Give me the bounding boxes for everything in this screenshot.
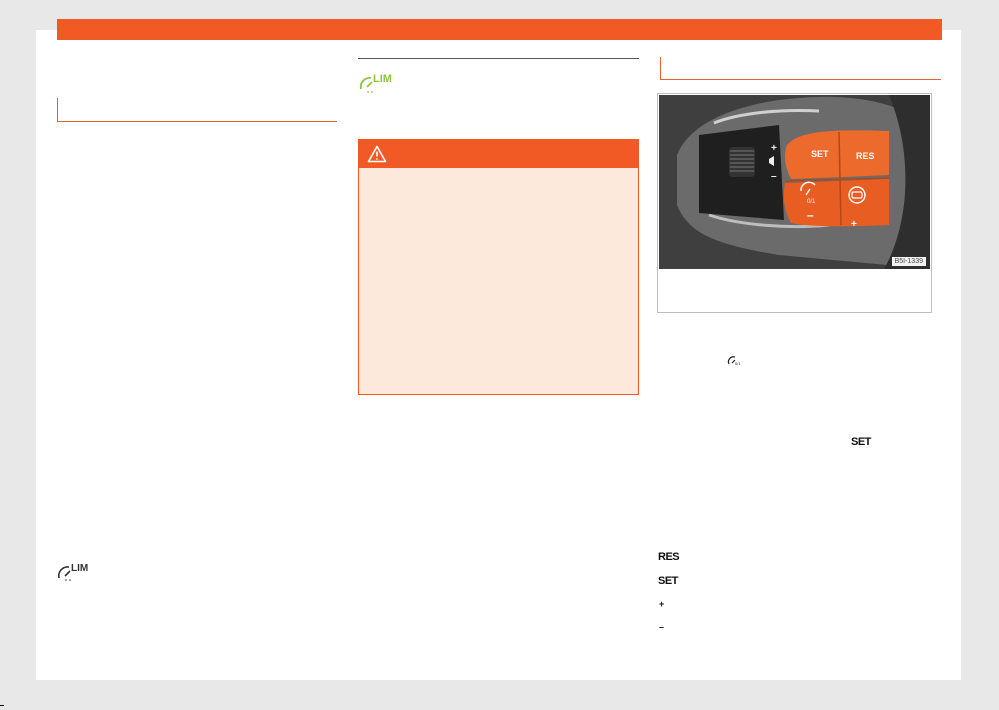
- legend-res-key: RES: [658, 551, 680, 563]
- speed-limiter-icon: 0/1: [727, 356, 741, 366]
- header-bar: [57, 19, 942, 40]
- section-rule-left: [57, 121, 337, 122]
- volume-minus-label: –: [771, 171, 777, 182]
- lim-icon: LIM: [56, 560, 92, 582]
- warning-box: [358, 139, 639, 395]
- lim-icon-green: LIM: [358, 70, 394, 94]
- res-button-label: RES: [856, 151, 875, 161]
- warning-header: [359, 140, 638, 168]
- section-rule-right: [660, 79, 941, 80]
- figure-frame: + – SET RES 0/1 – + B5I-1339: [657, 93, 932, 313]
- warning-triangle-icon: [367, 145, 387, 163]
- set-button-label: SET: [811, 149, 829, 159]
- section-marker-left: [57, 98, 58, 122]
- steering-wheel-controls-image: + – SET RES 0/1 – + B5I-1339: [659, 95, 930, 269]
- onoff-button-label: 0/1: [807, 199, 816, 205]
- lim-icon-green-text: LIM: [373, 73, 392, 85]
- legend-plus-key: +: [659, 599, 664, 609]
- section-rule-middle: [358, 58, 639, 59]
- svg-text:0/1: 0/1: [735, 361, 741, 366]
- minus-button-label: –: [807, 208, 814, 222]
- volume-plus-label: +: [771, 143, 777, 154]
- plus-button-label: +: [851, 219, 857, 230]
- section-marker-right: [660, 57, 661, 80]
- legend-set-key: SET: [658, 575, 678, 587]
- lim-icon-text: LIM: [71, 563, 88, 574]
- legend-minus-key: –: [659, 622, 664, 632]
- figure-code: B5I-1339: [891, 257, 926, 266]
- set-inline-key: SET: [851, 436, 871, 448]
- crop-mark: [0, 705, 4, 706]
